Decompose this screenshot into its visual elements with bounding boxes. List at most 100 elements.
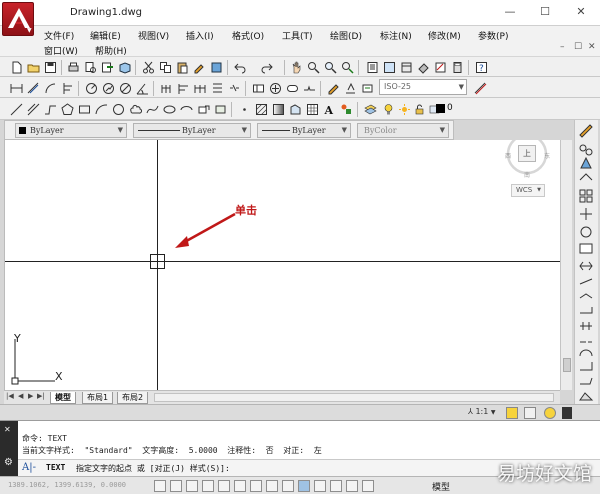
rectangle-icon[interactable] — [76, 101, 91, 116]
menu-tools[interactable]: 工具(T) — [282, 29, 313, 42]
inspection-icon[interactable] — [284, 80, 299, 95]
paste-icon[interactable] — [174, 59, 189, 74]
zoom-window-icon[interactable] — [322, 59, 337, 74]
polar-tracking-icon[interactable] — [218, 480, 230, 492]
help-icon[interactable]: ? — [473, 59, 488, 74]
tolerance-icon[interactable] — [250, 80, 265, 95]
drawing-canvas[interactable]: 单击 北 南 西 东 上 WCS ▼ Y X — [4, 140, 560, 390]
undo-icon[interactable] — [232, 59, 247, 74]
3d-object-snap-icon[interactable] — [250, 480, 262, 492]
vertical-scrollbar[interactable] — [560, 140, 572, 390]
properties-icon[interactable] — [364, 59, 379, 74]
layer-on-bulb-icon[interactable] — [380, 101, 395, 116]
3d-dwf-icon[interactable] — [116, 59, 131, 74]
tab-layout2[interactable]: 布局2 — [117, 392, 149, 404]
dimension-space-icon[interactable] — [209, 80, 224, 95]
menu-insert[interactable]: 插入(I) — [186, 29, 214, 42]
linetype-control[interactable]: ByLayer ▼ — [133, 123, 251, 138]
menu-window[interactable]: 窗口(W) — [44, 44, 78, 57]
dimension-style-select[interactable]: ISO-25 ▼ — [379, 79, 467, 95]
wcs-menu[interactable]: WCS ▼ — [511, 184, 545, 197]
command-window-grip[interactable]: ✕ ⚙ — [0, 421, 18, 477]
hatch-icon[interactable] — [253, 101, 268, 116]
mdi-close-button[interactable]: ✕ — [588, 42, 596, 52]
dimension-edit-icon[interactable] — [325, 80, 340, 95]
gradient-icon[interactable] — [270, 101, 285, 116]
dynamic-input-icon[interactable] — [298, 480, 310, 492]
workspace-lightbulb-icon[interactable] — [544, 407, 556, 419]
angular-dimension-icon[interactable] — [134, 80, 149, 95]
horizontal-scrollbar[interactable] — [154, 393, 554, 402]
polyline-icon[interactable] — [42, 101, 57, 116]
spline-icon[interactable] — [144, 101, 159, 116]
markup-set-icon[interactable] — [432, 59, 447, 74]
tab-nav-prev[interactable]: ◀ — [18, 392, 23, 400]
dimension-update-icon[interactable] — [359, 80, 374, 95]
sheet-set-icon[interactable] — [415, 59, 430, 74]
selection-cycling-icon[interactable] — [362, 480, 374, 492]
tab-layout1[interactable]: 布局1 — [82, 392, 114, 404]
table-icon[interactable] — [304, 101, 319, 116]
auto-scale-icon[interactable] — [524, 407, 536, 419]
viewcube-west[interactable]: 西 — [505, 151, 511, 160]
quick-dimension-icon[interactable] — [158, 80, 173, 95]
close-button[interactable]: ✕ — [572, 4, 590, 20]
object-snap-tracking-icon[interactable] — [266, 480, 278, 492]
infer-constraints-icon[interactable] — [154, 480, 166, 492]
snap-mode-icon[interactable] — [170, 480, 182, 492]
minimize-button[interactable]: — — [501, 4, 519, 20]
construction-line-icon[interactable] — [25, 101, 40, 116]
publish-icon[interactable] — [99, 59, 114, 74]
baseline-dimension-icon[interactable] — [175, 80, 190, 95]
copy-icon[interactable] — [157, 59, 172, 74]
object-snap-icon[interactable] — [234, 480, 246, 492]
viewcube-east[interactable]: 东 — [544, 151, 550, 160]
ellipse-icon[interactable] — [161, 101, 176, 116]
jogged-dimension-icon[interactable] — [100, 80, 115, 95]
viewcube-top-face[interactable]: 上 — [518, 145, 536, 162]
lineweight-control[interactable]: ByLayer ▼ — [257, 123, 351, 138]
application-menu-button[interactable]: ▼ — [2, 2, 34, 36]
block-editor-icon[interactable] — [208, 59, 223, 74]
zoom-realtime-icon[interactable] — [305, 59, 320, 74]
continue-dimension-icon[interactable] — [192, 80, 207, 95]
toolbar-lock-icon[interactable] — [562, 407, 572, 419]
grid-display-icon[interactable] — [186, 480, 198, 492]
radius-dimension-icon[interactable] — [83, 80, 98, 95]
match-properties-icon[interactable] — [191, 59, 206, 74]
calculator-icon[interactable] — [449, 59, 464, 74]
tab-nav-first[interactable]: |◀ — [6, 392, 14, 400]
wrench-icon[interactable]: ⚙ — [4, 457, 13, 468]
point-icon[interactable] — [236, 101, 251, 116]
diameter-dimension-icon[interactable] — [117, 80, 132, 95]
annotation-scale[interactable]: ⅄ 1:1 ▼ — [468, 407, 495, 416]
new-file-icon[interactable] — [8, 59, 23, 74]
pan-icon[interactable] — [288, 59, 303, 74]
dimension-break-icon[interactable] — [226, 80, 241, 95]
multiline-text-icon[interactable]: A — [321, 101, 336, 116]
viewcube[interactable]: 北 南 西 东 上 — [503, 140, 553, 184]
dimension-style-manager-icon[interactable] — [472, 80, 487, 95]
jogged-linear-icon[interactable] — [301, 80, 316, 95]
ordinate-dimension-icon[interactable] — [59, 80, 74, 95]
redo-icon[interactable] — [258, 59, 273, 74]
insert-block-icon[interactable] — [195, 101, 210, 116]
arc-length-icon[interactable] — [42, 80, 57, 95]
revision-cloud-icon[interactable] — [127, 101, 142, 116]
close-icon[interactable]: ✕ — [4, 425, 11, 434]
plot-preview-icon[interactable] — [82, 59, 97, 74]
menu-help[interactable]: 帮助(H) — [95, 44, 127, 57]
lineweight-toggle-icon[interactable] — [314, 480, 326, 492]
tab-model[interactable]: 模型 — [50, 392, 76, 404]
scroll-thumb[interactable] — [563, 358, 571, 372]
menu-dimension[interactable]: 标注(N) — [380, 29, 412, 42]
ortho-mode-icon[interactable] — [202, 480, 214, 492]
zoom-previous-icon[interactable] — [339, 59, 354, 74]
mdi-minimize-button[interactable]: – — [560, 42, 565, 52]
make-block-icon[interactable] — [212, 101, 227, 116]
open-file-icon[interactable] — [25, 59, 40, 74]
linear-dimension-icon[interactable] — [8, 80, 23, 95]
menu-file[interactable]: 文件(F) — [44, 29, 74, 42]
annotation-visibility-icon[interactable] — [506, 407, 518, 419]
add-selected-icon[interactable] — [338, 101, 353, 116]
